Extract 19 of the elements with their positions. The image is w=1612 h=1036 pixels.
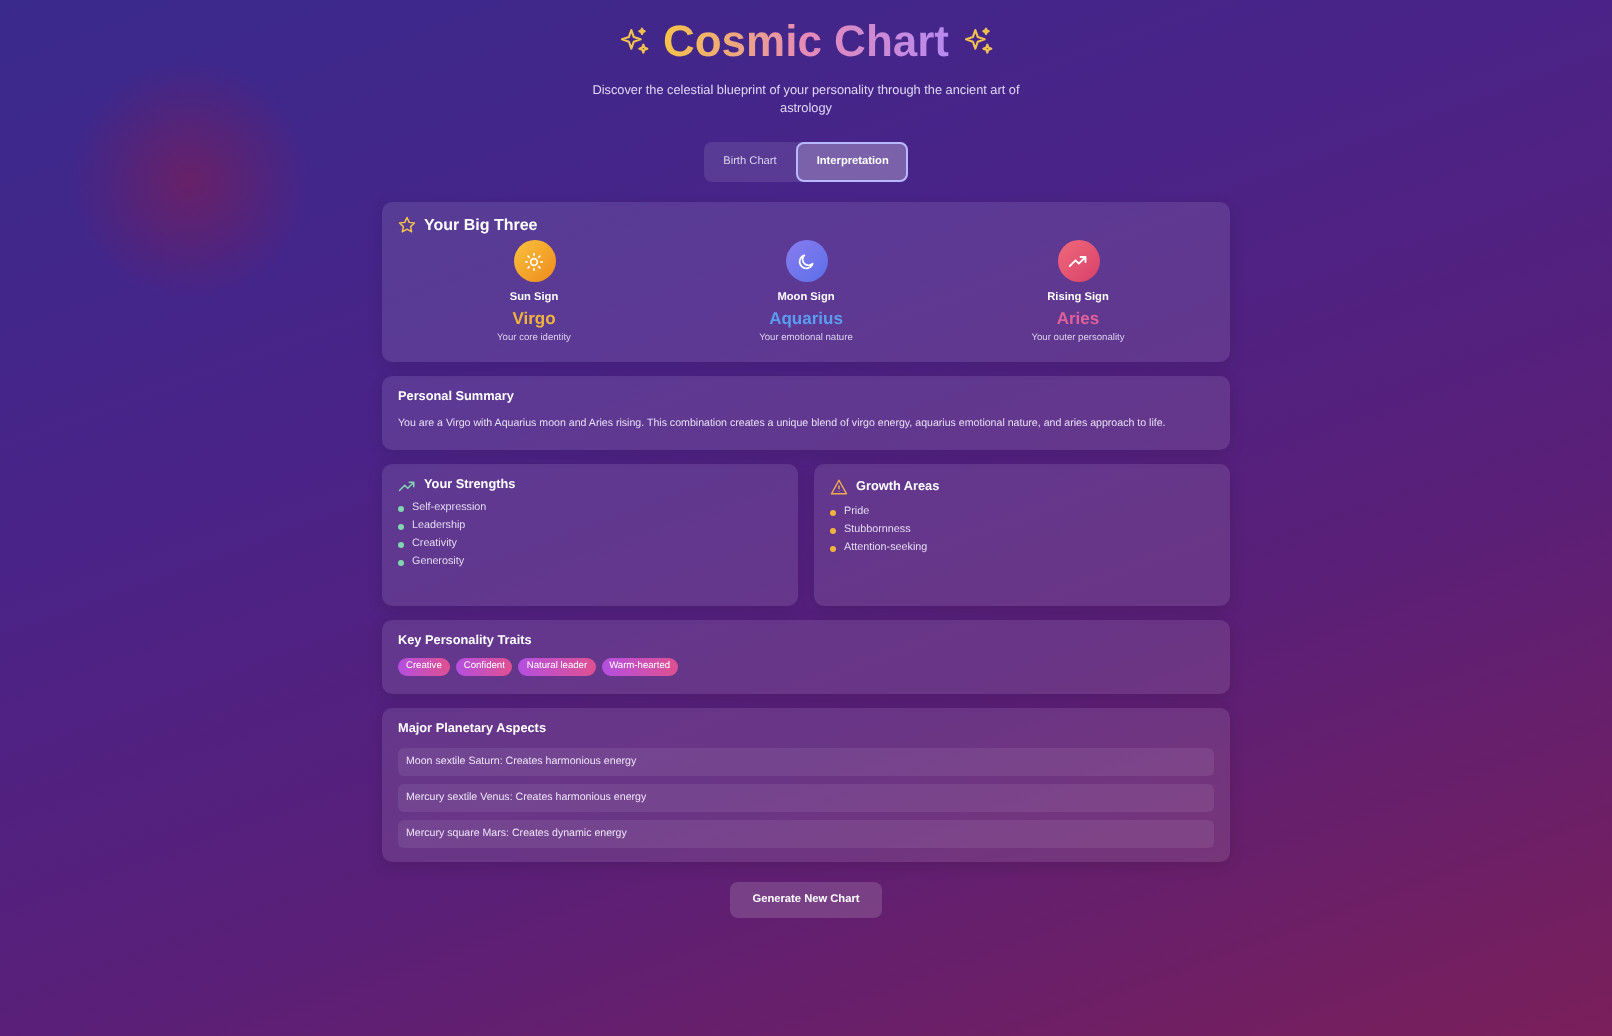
sparkles-icon	[618, 26, 651, 59]
sign-name: Aquarius	[769, 308, 843, 329]
sign-name: Virgo	[512, 308, 556, 329]
sun-icon	[513, 240, 555, 283]
bullet-dot	[830, 545, 836, 552]
bullet-dot	[830, 509, 836, 516]
card-title: Your Big Three	[424, 216, 538, 235]
bullet-dot	[398, 559, 404, 566]
trend-up-icon	[1057, 240, 1099, 283]
sparkles-icon	[961, 26, 994, 59]
bullet-dot	[398, 523, 404, 530]
bullet-dot	[398, 541, 404, 548]
star-icon	[398, 216, 416, 235]
sign-name: Aries	[1056, 308, 1100, 329]
bullet-dot	[830, 527, 836, 534]
trend-up-icon	[398, 479, 416, 492]
bullet-dot	[398, 505, 404, 512]
warning-icon	[830, 478, 848, 497]
moon-icon	[785, 240, 827, 283]
